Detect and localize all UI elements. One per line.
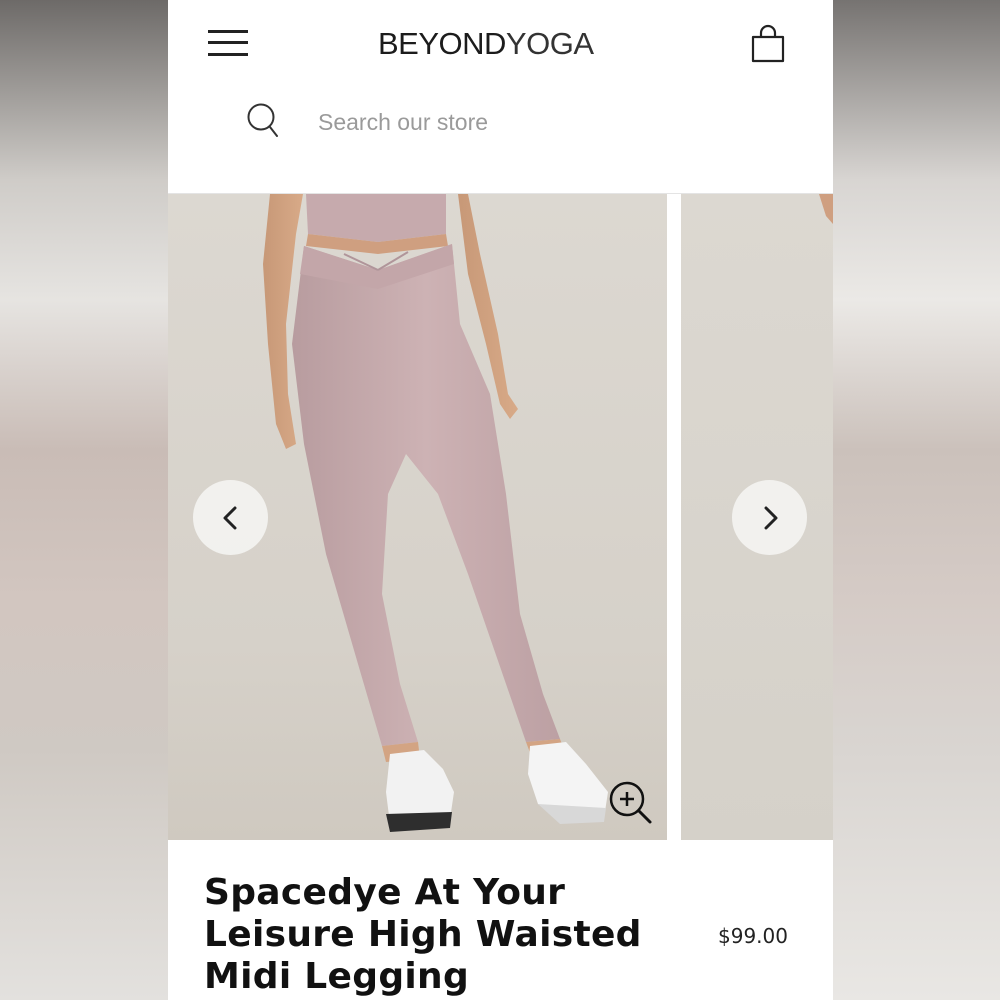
search-bar bbox=[168, 88, 833, 194]
mobile-screen: BEYONDYOGA Search our store Spacedye At … bbox=[168, 0, 833, 1000]
site-header: BEYONDYOGA bbox=[168, 0, 833, 88]
product-image-carousel bbox=[168, 194, 833, 840]
chevron-right-icon bbox=[764, 506, 777, 529]
shopping-bag-icon[interactable] bbox=[750, 24, 786, 64]
product-title: Spacedye At Your Leisure High Waisted Mi… bbox=[204, 872, 642, 997]
search-icon[interactable] bbox=[246, 102, 280, 140]
chevron-left-icon bbox=[223, 506, 236, 529]
search-input[interactable] bbox=[318, 104, 758, 140]
product-info: Spacedye At Your Leisure High Waisted Mi… bbox=[168, 840, 833, 1000]
blurred-backdrop-right bbox=[832, 0, 1000, 1000]
carousel-prev-button[interactable] bbox=[193, 480, 268, 555]
hamburger-menu-icon[interactable] bbox=[208, 28, 248, 58]
carousel-next-button[interactable] bbox=[732, 480, 807, 555]
logo-text-yoga: YOGA bbox=[505, 26, 594, 61]
logo-text-beyond: BEYOND bbox=[378, 26, 506, 61]
zoom-in-icon[interactable] bbox=[608, 780, 654, 826]
brand-logo[interactable]: BEYONDYOGA bbox=[378, 26, 638, 66]
blurred-backdrop-left bbox=[0, 0, 168, 1000]
product-price: $99.00 bbox=[718, 924, 788, 948]
